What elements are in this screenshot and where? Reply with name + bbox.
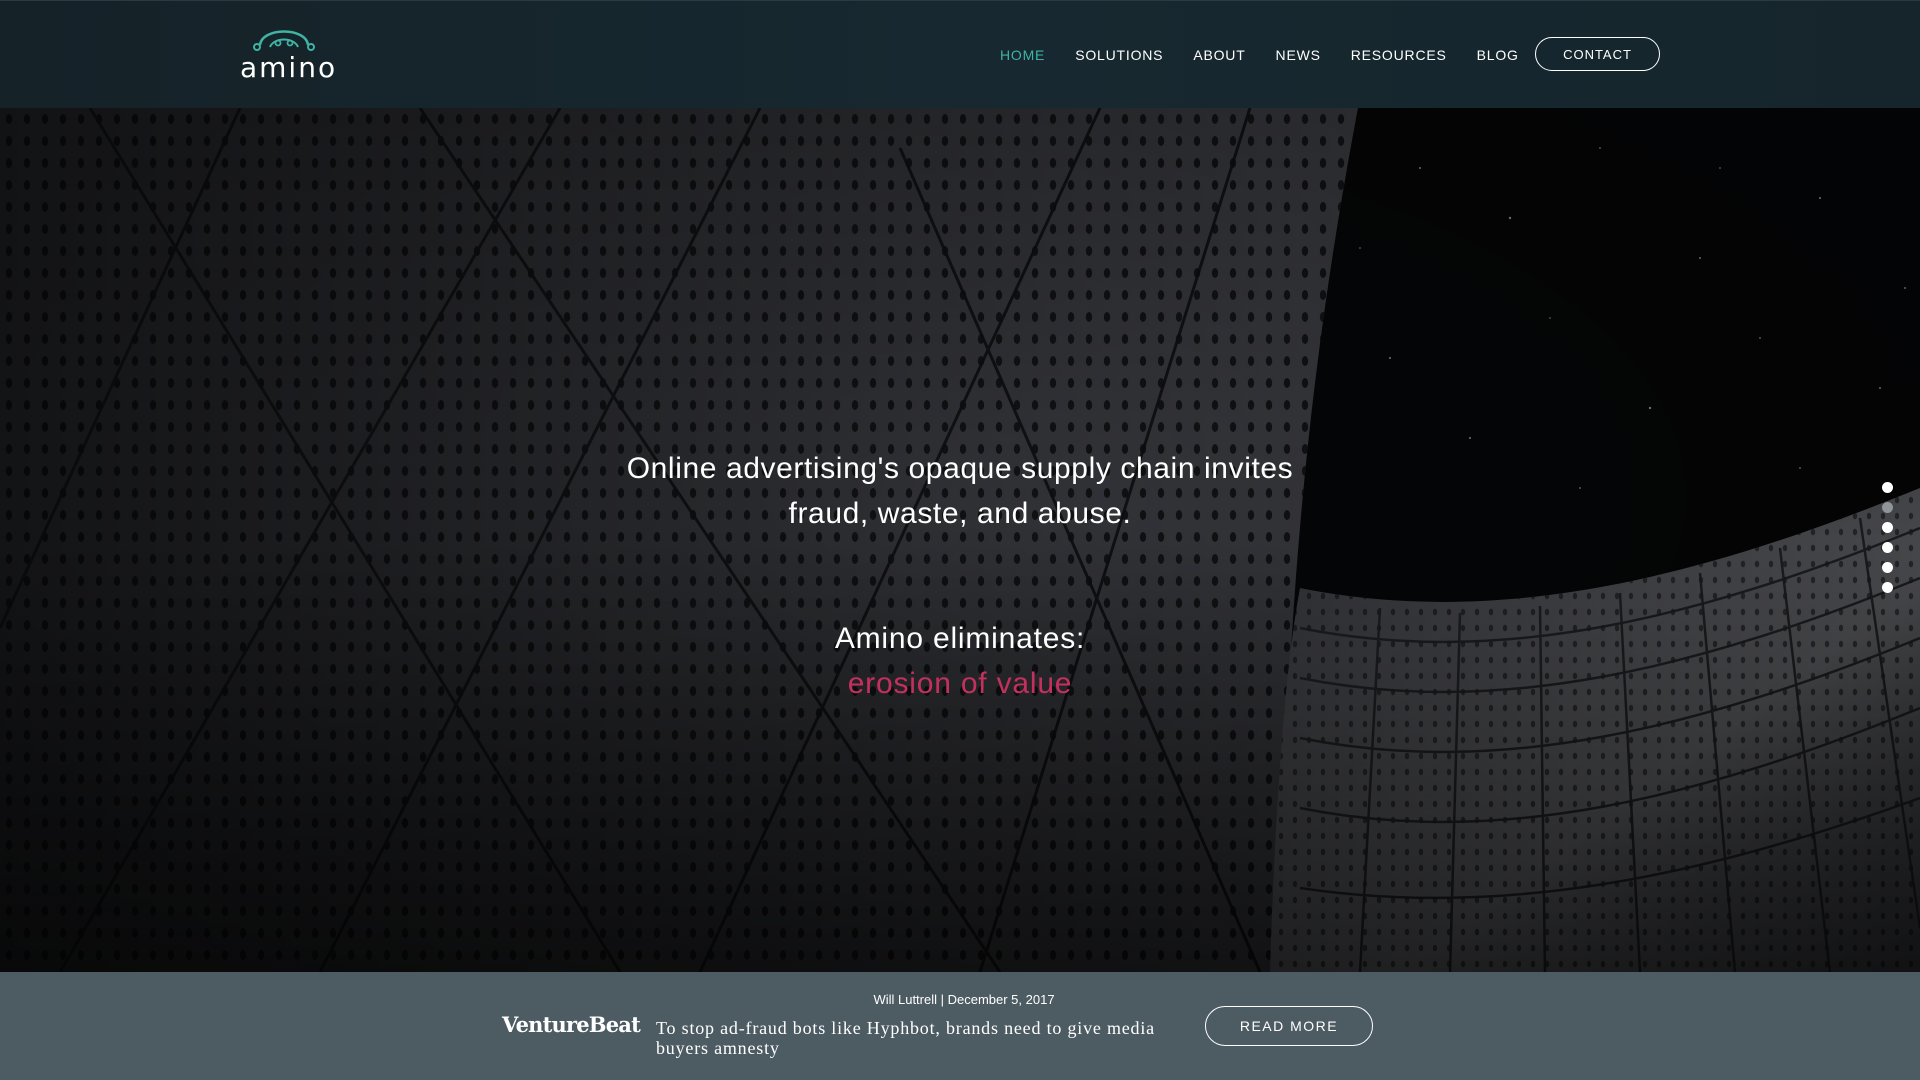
main-nav: HOME SOLUTIONS ABOUT NEWS RESOURCES BLOG (1000, 41, 1549, 69)
news-bar: Will Luttrell | December 5, 2017 Venture… (0, 972, 1920, 1080)
amino-logo[interactable]: amino (238, 21, 335, 85)
slide-dot-1[interactable] (1882, 482, 1893, 493)
nav-item-blog[interactable]: BLOG (1477, 47, 1519, 63)
slide-dot-5[interactable] (1882, 562, 1893, 573)
slide-dot-2[interactable] (1882, 502, 1893, 513)
site-header: amino HOME SOLUTIONS ABOUT NEWS RESOURCE… (0, 0, 1920, 108)
eliminates-label: Amino eliminates: (834, 622, 1086, 655)
slide-dot-4[interactable] (1882, 542, 1893, 553)
eliminates-rotating-word: erosion of value (847, 667, 1073, 700)
logo-arc-icon (253, 30, 315, 51)
contact-button[interactable]: CONTACT (1535, 37, 1660, 71)
news-source-logo: VentureBeat (502, 1012, 641, 1037)
nav-item-news[interactable]: NEWS (1276, 47, 1321, 63)
hero-headline-line2: fraud, waste, and abuse. (788, 497, 1132, 530)
nav-item-home[interactable]: HOME (1000, 47, 1045, 63)
slide-pagination (1882, 482, 1896, 602)
nav-item-resources[interactable]: RESOURCES (1351, 47, 1447, 63)
read-more-button[interactable]: READ MORE (1205, 1006, 1373, 1046)
news-meta: Will Luttrell | December 5, 2017 (873, 992, 1055, 1007)
news-title[interactable]: To stop ad-fraud bots like Hyphbot, bran… (656, 1018, 1176, 1058)
hero-headline: Online advertising's opaque supply chain… (460, 446, 1460, 536)
nav-item-solutions[interactable]: SOLUTIONS (1075, 47, 1163, 63)
logo-wordmark: amino (240, 51, 338, 84)
slide-dot-3[interactable] (1882, 522, 1893, 533)
hero-section: Online advertising's opaque supply chain… (0, 108, 1920, 972)
hero-headline-line1: Online advertising's opaque supply chain… (626, 452, 1294, 485)
hero-background-image (0, 108, 1920, 972)
slide-dot-6[interactable] (1882, 582, 1893, 593)
nav-item-about[interactable]: ABOUT (1193, 47, 1245, 63)
